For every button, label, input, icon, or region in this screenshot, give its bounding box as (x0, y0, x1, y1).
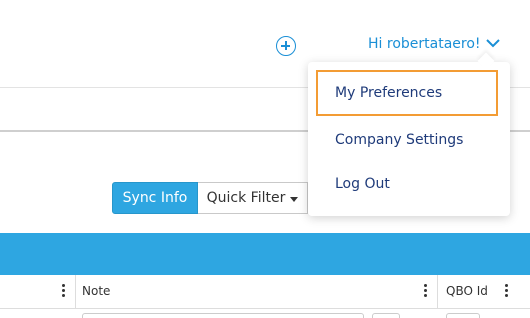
table-header-bar (0, 233, 530, 275)
menu-item-company-settings[interactable]: Company Settings (308, 118, 510, 162)
user-dropdown-menu: My Preferences Company Settings Log Out (308, 62, 510, 216)
note-filter-button[interactable] (372, 313, 400, 318)
table-column-header-row: Note QBO Id (0, 275, 530, 309)
menu-item-log-out[interactable]: Log Out (308, 162, 510, 206)
column-divider (437, 275, 438, 308)
menu-item-my-preferences[interactable]: My Preferences (316, 70, 498, 116)
column-menu-icon[interactable] (62, 284, 66, 298)
plus-circle-icon[interactable] (276, 36, 296, 56)
sync-info-button[interactable]: Sync Info (112, 182, 198, 214)
caret-down-icon (290, 196, 299, 202)
column-header-qbo-id[interactable]: QBO Id (446, 284, 488, 298)
table-filter-row (0, 309, 530, 318)
quick-filter-label: Quick Filter (206, 190, 286, 206)
column-header-note[interactable]: Note (82, 284, 110, 298)
note-filter-input[interactable] (82, 313, 364, 318)
column-divider (75, 275, 76, 308)
chevron-down-icon[interactable] (486, 38, 500, 48)
quick-filter-dropdown[interactable]: Quick Filter (198, 182, 308, 214)
qbo-id-filter-input[interactable] (446, 313, 480, 318)
user-greeting[interactable]: Hi robertataero! (368, 36, 481, 52)
column-menu-icon[interactable] (505, 284, 509, 298)
column-menu-icon[interactable] (424, 284, 428, 298)
